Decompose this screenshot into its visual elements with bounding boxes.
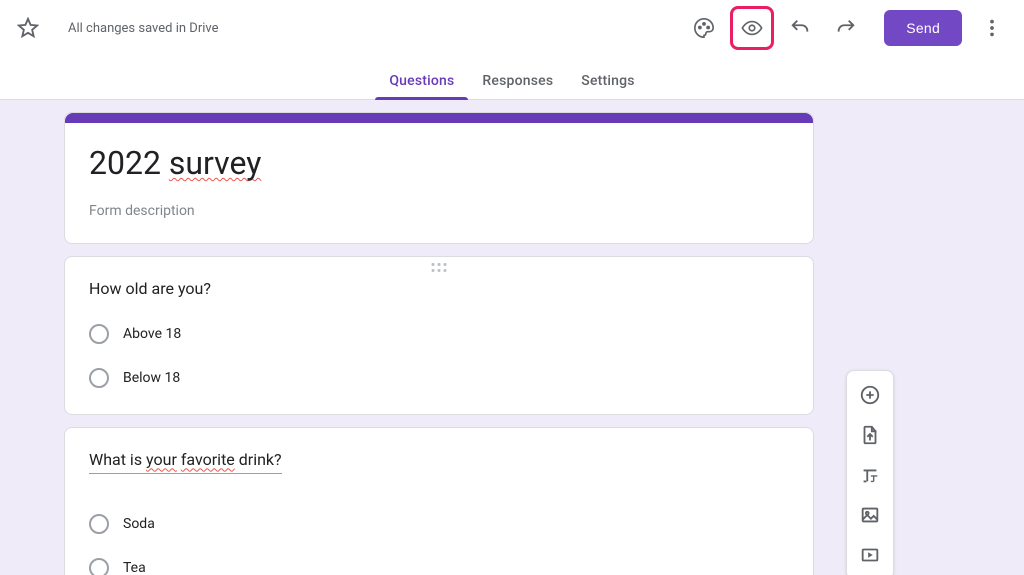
floating-toolbar	[846, 370, 894, 575]
option-label: Above 18	[123, 326, 181, 342]
form-header-card[interactable]: 2022 survey Form description	[64, 112, 814, 244]
form-title-part2: survey	[169, 144, 261, 182]
option-row[interactable]: Below 18	[89, 360, 789, 392]
option-label: Tea	[123, 560, 146, 575]
add-video-icon[interactable]	[850, 535, 890, 575]
accent-bar	[65, 113, 813, 123]
question-card-1[interactable]: How old are you? Above 18 Below 18	[64, 256, 814, 415]
preview-icon[interactable]	[730, 6, 774, 50]
more-icon[interactable]	[972, 8, 1012, 48]
question-title[interactable]: How old are you?	[89, 279, 211, 298]
question-title[interactable]: What is your favorite drink?	[89, 450, 282, 474]
palette-icon[interactable]	[684, 8, 724, 48]
tab-responses[interactable]: Responses	[468, 73, 567, 99]
add-image-icon[interactable]	[850, 495, 890, 535]
radio-icon	[89, 368, 109, 388]
option-row[interactable]: Above 18	[89, 316, 789, 360]
undo-icon[interactable]	[780, 8, 820, 48]
form-title-part1: 2022	[89, 144, 169, 182]
drag-handle-icon[interactable]	[432, 263, 447, 272]
tab-questions[interactable]: Questions	[375, 73, 468, 99]
save-status: All changes saved in Drive	[68, 21, 219, 36]
option-label: Soda	[123, 516, 155, 532]
import-questions-icon[interactable]	[850, 415, 890, 455]
question-card-2[interactable]: What is your favorite drink? Soda Tea	[64, 427, 814, 575]
radio-icon	[89, 558, 109, 575]
tabs: Questions Responses Settings	[0, 56, 1024, 100]
redo-icon[interactable]	[826, 8, 866, 48]
form-canvas: 2022 survey Form description How old are…	[0, 100, 1024, 575]
radio-icon	[89, 514, 109, 534]
add-title-icon[interactable]	[850, 455, 890, 495]
tab-settings[interactable]: Settings	[567, 73, 648, 99]
option-row[interactable]: Soda	[89, 506, 789, 550]
option-label: Below 18	[123, 370, 180, 386]
add-question-icon[interactable]	[850, 375, 890, 415]
radio-icon	[89, 324, 109, 344]
option-row[interactable]: Tea	[89, 550, 789, 575]
form-title[interactable]: 2022 survey	[89, 143, 261, 185]
header: All changes saved in Drive	[0, 0, 1024, 56]
send-button[interactable]: Send	[884, 10, 962, 46]
form-description[interactable]: Form description	[89, 203, 789, 219]
star-icon[interactable]	[8, 8, 48, 48]
